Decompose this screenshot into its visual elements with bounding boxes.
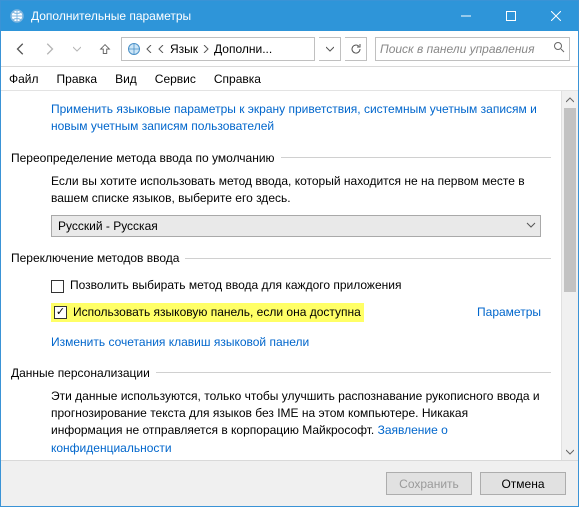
breadcrumb-item[interactable]: Дополни... [214,42,272,56]
forward-button[interactable] [37,37,61,61]
menu-view[interactable]: Вид [115,72,137,86]
checkbox-per-app[interactable] [51,280,64,293]
navigation-bar: Язык Дополни... [1,31,578,67]
section-legend: Данные персонализации [11,366,156,380]
globe-icon [126,41,142,57]
section-description: Если вы хотите использовать метод ввода,… [51,173,541,208]
titlebar[interactable]: Дополнительные параметры [1,1,578,31]
cancel-button[interactable]: Отмена [480,472,566,495]
content-area: Применить языковые параметры к экрану пр… [1,91,578,460]
menu-edit[interactable]: Правка [57,72,98,86]
address-dropdown[interactable] [319,37,341,61]
maximize-button[interactable] [488,1,533,31]
chevron-left-icon [146,42,154,56]
section-input-switching: Переключение методов ввода Позволить выб… [11,251,551,359]
search-icon [553,40,565,58]
menu-service[interactable]: Сервис [155,72,196,86]
input-method-select[interactable]: Русский - Русская [51,215,541,237]
menu-file[interactable]: Файл [9,72,39,86]
window-title: Дополнительные параметры [31,9,443,23]
address-bar[interactable]: Язык Дополни... [121,37,315,61]
up-button[interactable] [93,37,117,61]
scroll-up-button[interactable] [562,91,578,108]
dialog-footer: Сохранить Отмена [1,460,578,506]
search-input[interactable] [380,42,553,56]
chevron-left-icon [158,42,166,56]
chevron-down-icon [526,218,536,235]
vertical-scrollbar[interactable] [561,91,578,460]
scroll-track[interactable] [562,108,578,443]
menu-bar: Файл Правка Вид Сервис Справка [1,67,578,91]
recent-dropdown[interactable] [65,37,89,61]
control-panel-window: Дополнительные параметры Язык Дополни...… [0,0,579,507]
parameters-link[interactable]: Параметры [477,304,541,321]
breadcrumb-item[interactable]: Язык [170,42,198,56]
checkbox-label: Позволить выбирать метод ввода для каждо… [70,277,401,294]
menu-help[interactable]: Справка [214,72,261,86]
back-button[interactable] [9,37,33,61]
hotkeys-link[interactable]: Изменить сочетания клавиш языковой панел… [51,335,309,349]
apply-settings-link[interactable]: Применить языковые параметры к экрану пр… [11,97,551,145]
section-legend: Переопределение метода ввода по умолчани… [11,151,281,165]
section-input-override: Переопределение метода ввода по умолчани… [11,151,551,246]
minimize-button[interactable] [443,1,488,31]
select-value: Русский - Русская [58,218,158,235]
chevron-right-icon [202,42,210,56]
section-personalization: Данные персонализации Эти данные использ… [11,366,551,460]
search-box[interactable] [375,37,570,61]
close-button[interactable] [533,1,578,31]
checkbox-label: Использовать языковую панель, если она д… [73,304,361,321]
save-button[interactable]: Сохранить [386,472,472,495]
checkbox-language-bar[interactable] [54,306,67,319]
app-icon [9,8,25,24]
scroll-down-button[interactable] [562,443,578,460]
refresh-button[interactable] [345,37,367,61]
scroll-thumb[interactable] [564,108,576,292]
section-legend: Переключение методов ввода [11,251,185,265]
section-description: Эти данные используются, только чтобы ул… [51,389,540,438]
